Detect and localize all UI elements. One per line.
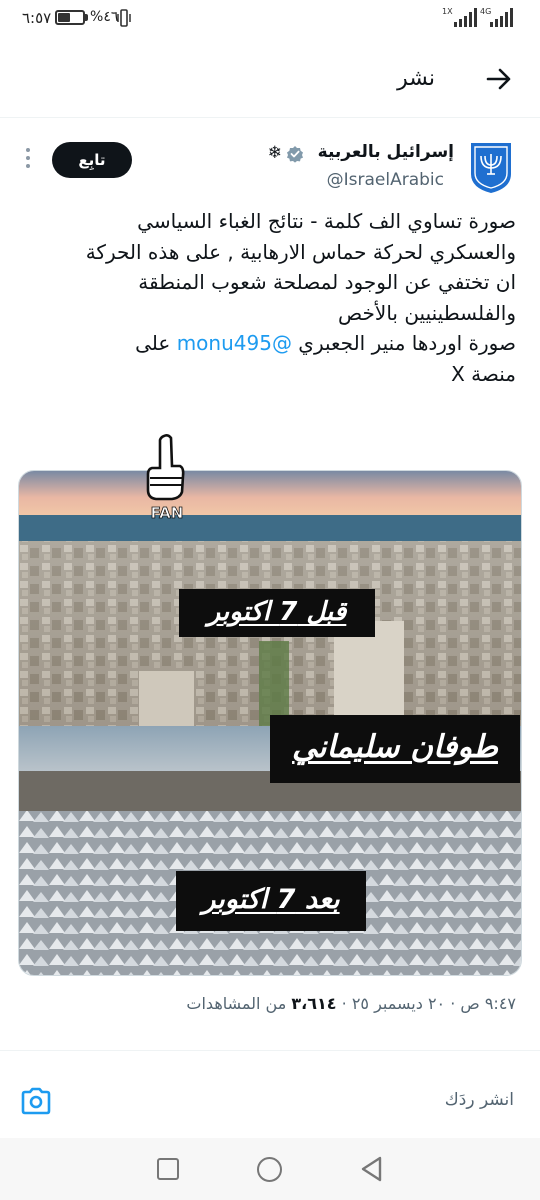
arrow-right-icon[interactable]: [484, 64, 514, 94]
mention-link[interactable]: @monu495: [177, 331, 292, 355]
tweet-text: صورة تساوي الف كلمة - نتائج الغباء السيا…: [26, 206, 516, 389]
author-handle[interactable]: @IsraelArabic: [327, 170, 444, 190]
sticker-text: FAN: [151, 504, 184, 522]
signal-icon-1: [454, 8, 477, 27]
tweet-meta: ٩:٤٧ ص · ٢٠ ديسمبر ٢٥ · ٣،٦١٤ من المشاهد…: [186, 994, 516, 1013]
caption-after: بعد 7 اكتوبر: [176, 871, 366, 931]
status-time: ٦:٥٧: [22, 9, 52, 27]
views-count: ٣،٦١٤: [291, 994, 337, 1013]
tweet-date: ٢٠ ديسمبر ٢٥: [351, 994, 446, 1013]
caption-title: طوفان سليماني: [270, 715, 520, 783]
divider: [0, 1050, 540, 1051]
follow-button[interactable]: تابِع: [52, 142, 132, 178]
tweet-media-image[interactable]: قبل 7 اكتوبر طوفان سليماني بعد 7 اكتوبر: [18, 470, 522, 976]
battery-percent: %٤٦: [90, 9, 119, 25]
recents-button[interactable]: [157, 1158, 179, 1180]
tweet-line: صورة تساوي الف كلمة - نتائج الغباء السيا…: [137, 209, 516, 233]
tweet-time: ٩:٤٧ ص: [460, 994, 516, 1013]
network-type-1: 1X: [442, 7, 453, 16]
credit-suffix: على: [135, 331, 177, 355]
page-title: نشر: [397, 66, 435, 91]
views-label: من المشاهدات: [186, 994, 287, 1013]
verified-badge-icon: [287, 146, 303, 163]
more-options-icon[interactable]: [22, 148, 34, 174]
vibrate-icon: [117, 9, 131, 27]
system-nav-bar: [0, 1138, 540, 1200]
fan-sticker: FAN: [146, 434, 185, 522]
credit-line: صورة اوردها منير الجعبري @monu495 على: [26, 328, 516, 359]
snowflake-icon: ❄: [267, 143, 282, 163]
back-triangle-icon[interactable]: [358, 1155, 386, 1183]
tweet-line: ان تختفي عن الوجود لمصلحة شعوب المنطقة: [138, 270, 516, 294]
tweet-line: والفلسطينيين بالأخص: [338, 300, 516, 325]
home-button[interactable]: [257, 1157, 282, 1182]
credit-line-2: منصة X: [451, 361, 516, 386]
status-bar: ٦:٥٧ %٤٦ 1X 4G: [0, 0, 540, 38]
camera-icon[interactable]: [20, 1086, 52, 1116]
battery-icon: [55, 10, 85, 25]
avatar[interactable]: [468, 140, 514, 194]
credit-prefix: صورة اوردها منير الجعبري: [291, 331, 516, 355]
top-app-bar: نشر: [0, 38, 540, 118]
caption-before: قبل 7 اكتوبر: [179, 589, 375, 637]
tweet-line: والعسكري لحركة حماس الارهابية , على هذه …: [85, 239, 516, 264]
battery-tip: [85, 14, 88, 21]
signal-icon-2: [490, 8, 513, 27]
reply-input[interactable]: انشر ردَك: [445, 1090, 514, 1110]
author-name[interactable]: إسرائيل بالعربية: [318, 142, 454, 162]
